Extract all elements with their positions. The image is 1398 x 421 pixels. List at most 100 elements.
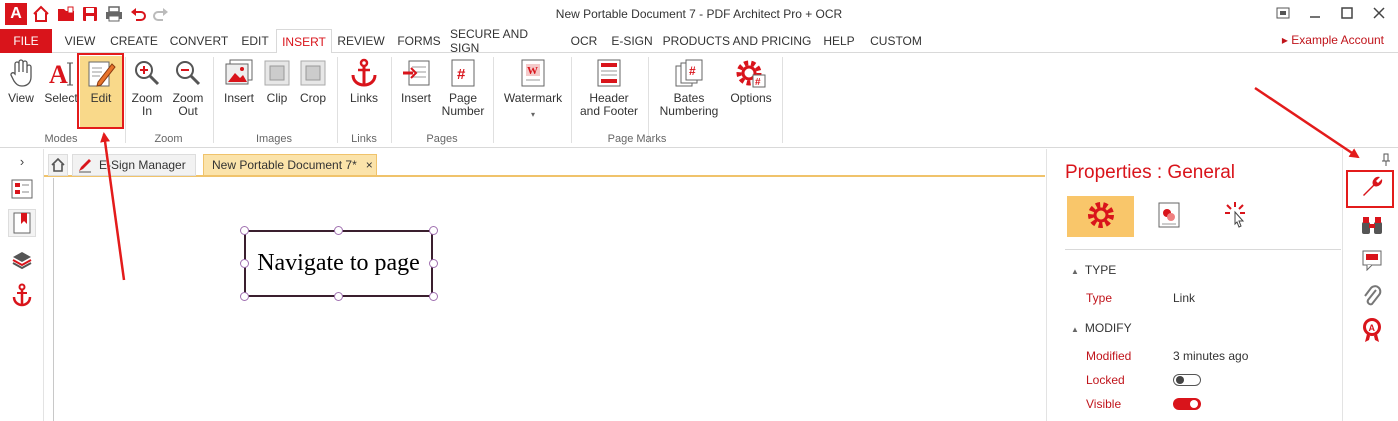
header-footer-label-2: and Footer xyxy=(579,104,639,118)
tab-secure-and-sign[interactable]: SECURE AND SIGN xyxy=(450,27,560,55)
maximize-button[interactable] xyxy=(1334,3,1360,23)
zoom-in-button[interactable]: Zoom In xyxy=(129,57,165,118)
anchor-icon xyxy=(348,57,380,89)
resize-handle[interactable] xyxy=(429,226,438,235)
tab-custom[interactable]: CUSTOM xyxy=(866,29,926,53)
visible-label: Visible xyxy=(1086,397,1122,411)
tab-convert[interactable]: CONVERT xyxy=(166,29,232,53)
resize-handle[interactable] xyxy=(429,259,438,268)
resize-handle[interactable] xyxy=(334,292,343,301)
tab-ocr[interactable]: OCR xyxy=(566,29,602,53)
e-sign-pen-icon xyxy=(77,157,93,173)
visible-toggle[interactable] xyxy=(1173,398,1201,410)
minimize-button[interactable] xyxy=(1302,3,1328,23)
resize-handle[interactable] xyxy=(429,292,438,301)
insert-image-label: Insert xyxy=(223,91,254,105)
links-button[interactable]: Links xyxy=(344,57,384,105)
tab-view[interactable]: VIEW xyxy=(60,29,100,53)
insert-image-button[interactable]: Insert xyxy=(219,57,259,105)
type-value: Link xyxy=(1173,291,1196,305)
resize-handle[interactable] xyxy=(240,226,249,235)
thumbnails-icon[interactable] xyxy=(8,175,36,203)
crop-icon xyxy=(297,57,329,89)
group-separator xyxy=(125,57,126,143)
bookmarks-icon[interactable] xyxy=(8,209,36,237)
crop-label: Crop xyxy=(299,91,326,105)
options-button[interactable]: # Options xyxy=(726,57,776,105)
insert-page-button[interactable]: Insert xyxy=(396,57,436,105)
tab-insert[interactable]: INSERT xyxy=(276,29,332,54)
tab-e-sign-manager[interactable]: E-Sign Manager xyxy=(72,154,196,176)
tab-review[interactable]: REVIEW xyxy=(334,29,388,53)
group-separator xyxy=(213,57,214,143)
zoom-out-label-2: Out xyxy=(178,104,198,118)
restore-layout-icon[interactable] xyxy=(1270,3,1296,23)
locked-toggle-knob xyxy=(1176,376,1184,384)
zoom-in-label-2: In xyxy=(141,104,152,118)
header-footer-button[interactable]: Header and Footer xyxy=(578,57,640,118)
section-type[interactable]: ▲ TYPE xyxy=(1071,263,1116,277)
tab-create[interactable]: CREATE xyxy=(106,29,162,53)
comment-icon[interactable] xyxy=(1359,247,1385,273)
links-panel-anchor-icon[interactable] xyxy=(8,281,36,309)
locked-label: Locked xyxy=(1086,373,1125,387)
close-button[interactable] xyxy=(1366,3,1392,23)
tab-forms[interactable]: FORMS xyxy=(392,29,446,53)
zoom-out-button[interactable]: Zoom Out xyxy=(170,57,206,118)
expand-chevron-icon[interactable]: › xyxy=(8,151,36,171)
properties-title: Properties : General xyxy=(1065,162,1236,183)
group-separator xyxy=(571,57,572,143)
app-window: A New Portable Document 7 - PDF Architec… xyxy=(0,0,1398,421)
resize-handle[interactable] xyxy=(240,259,249,268)
group-label-zoom: Zoom xyxy=(154,133,183,145)
tab-new-portable-document[interactable]: New Portable Document 7* × xyxy=(203,154,377,176)
zoom-in-icon xyxy=(131,57,163,89)
tab-help[interactable]: HELP xyxy=(818,29,860,53)
binoculars-icon[interactable] xyxy=(1359,213,1385,239)
paperclip-icon[interactable] xyxy=(1359,283,1385,309)
account-link[interactable]: ▸ Example Account xyxy=(1282,33,1384,47)
tab-file[interactable]: FILE xyxy=(0,29,52,53)
tab-general-properties[interactable] xyxy=(1067,196,1134,237)
view-mode-button[interactable]: View xyxy=(4,57,38,105)
watermark-dropdown-icon[interactable]: ▾ xyxy=(531,108,535,121)
section-modify-label: MODIFY xyxy=(1084,321,1132,335)
link-annotation[interactable]: Navigate to page xyxy=(244,230,433,297)
layers-icon[interactable] xyxy=(8,245,36,273)
section-type-label: TYPE xyxy=(1084,263,1117,277)
page-number-button[interactable]: # Page Number xyxy=(440,57,486,118)
resize-handle[interactable] xyxy=(240,292,249,301)
group-separator xyxy=(493,57,494,143)
svg-text:A: A xyxy=(49,60,68,88)
options-label: Options xyxy=(730,91,772,105)
tab-products-and-pricing[interactable]: PRODUCTS AND PRICING xyxy=(662,29,812,53)
modified-value: 3 minutes ago xyxy=(1173,349,1249,363)
section-modify[interactable]: ▲ MODIFY xyxy=(1071,321,1132,335)
select-mode-button[interactable]: A Select xyxy=(42,57,80,105)
seal-icon[interactable]: A xyxy=(1359,317,1385,343)
visible-toggle-knob xyxy=(1190,400,1198,408)
tab-actions-properties[interactable] xyxy=(1203,196,1270,237)
document-canvas[interactable]: Navigate to page xyxy=(44,178,1045,421)
bates-numbering-button[interactable]: # Bates Numbering xyxy=(654,57,724,118)
resize-handle[interactable] xyxy=(334,226,343,235)
watermark-button[interactable]: W Watermark ▾ xyxy=(502,57,564,121)
locked-toggle[interactable] xyxy=(1173,374,1201,386)
menu-bar: FILE VIEW CREATE CONVERT EDIT INSERT REV… xyxy=(0,27,1398,55)
clip-button[interactable]: Clip xyxy=(260,57,294,105)
tab-appearance-properties[interactable] xyxy=(1135,196,1202,237)
close-tab-icon[interactable]: × xyxy=(366,158,373,172)
hand-icon xyxy=(5,57,37,89)
watermark-icon: W xyxy=(517,57,549,89)
group-separator xyxy=(337,57,338,143)
group-label-images: Images xyxy=(255,133,293,145)
home-tab-icon[interactable] xyxy=(48,154,68,176)
tab-edit[interactable]: EDIT xyxy=(236,29,274,53)
pin-icon[interactable] xyxy=(1373,151,1398,169)
annotation-box-edit xyxy=(77,53,124,129)
link-text: Navigate to page xyxy=(257,250,420,276)
crop-button[interactable]: Crop xyxy=(296,57,330,105)
zoom-out-icon xyxy=(172,57,204,89)
e-sign-tab-label: E-Sign Manager xyxy=(99,158,186,172)
tab-e-sign[interactable]: E-SIGN xyxy=(608,29,656,53)
